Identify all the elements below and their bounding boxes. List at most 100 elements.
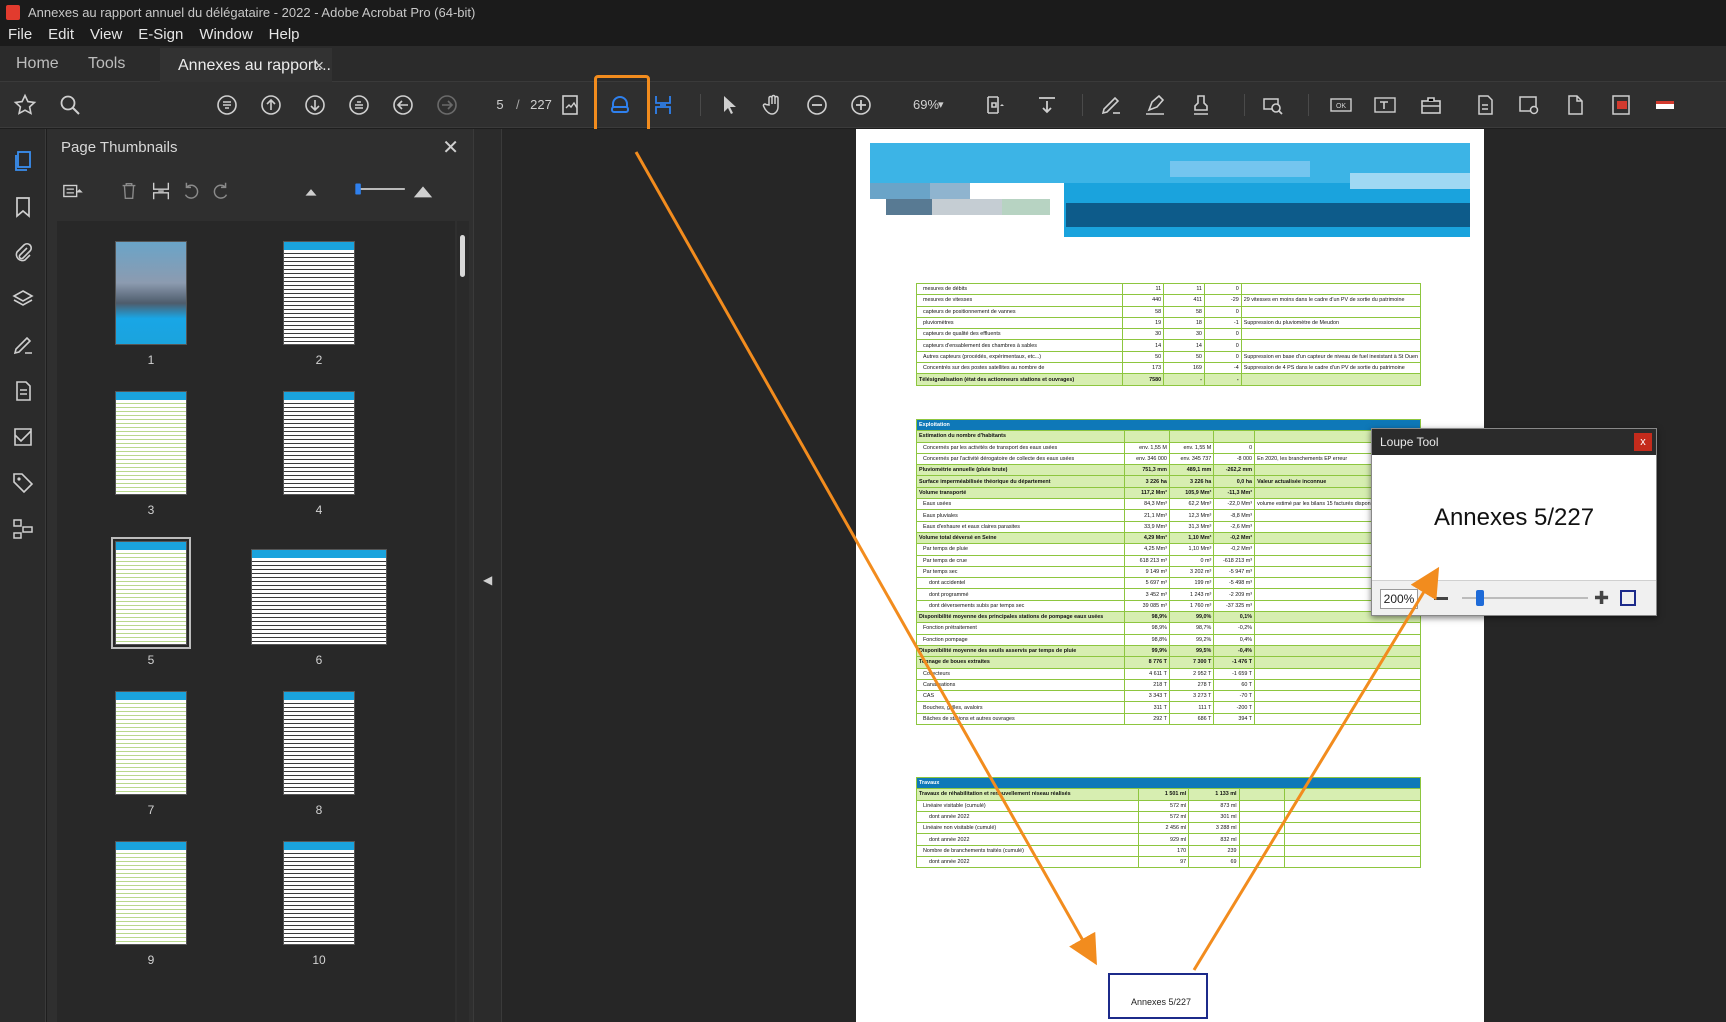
insert-pages-icon[interactable] xyxy=(147,177,175,205)
table-row: dont accidentel 5 697 m³ 199 m³ -5 498 m³ xyxy=(915,577,1421,590)
back-icon[interactable] xyxy=(388,90,418,120)
settings-icon[interactable] xyxy=(1514,90,1544,120)
delete-icon[interactable] xyxy=(115,177,143,205)
table-cell xyxy=(1283,856,1422,869)
compare-icon[interactable] xyxy=(9,423,37,451)
table-cell: 832 ml xyxy=(1188,833,1240,846)
rotate-right-icon[interactable] xyxy=(207,177,235,205)
last-page-icon[interactable] xyxy=(344,90,374,120)
tags-icon[interactable] xyxy=(9,469,37,497)
export-icon[interactable] xyxy=(1470,90,1500,120)
fit-page-icon[interactable] xyxy=(980,90,1010,120)
page-thumbnail[interactable] xyxy=(115,391,187,495)
menu-edit[interactable]: Edit xyxy=(40,24,82,46)
page-thumbnail[interactable] xyxy=(115,691,187,795)
table-cell: 1,10 Mm³ xyxy=(1168,543,1215,556)
forward-icon[interactable] xyxy=(432,90,462,120)
find-icon[interactable] xyxy=(1258,90,1288,120)
rotate-left-icon[interactable] xyxy=(177,177,205,205)
table-cell xyxy=(1238,822,1285,835)
tab-home[interactable]: Home xyxy=(16,46,59,82)
table-travaux: Travaux Travaux de réhabilitation et reno… xyxy=(916,776,1422,869)
pdf-icon[interactable] xyxy=(1606,90,1636,120)
loupe-close-button[interactable]: x xyxy=(1634,433,1652,451)
panel-splitter[interactable]: ◀ xyxy=(473,129,502,1022)
tab-document[interactable]: Annexes au rapport... × xyxy=(160,46,332,82)
stamp-icon[interactable] xyxy=(1186,90,1216,120)
page-view-icon[interactable] xyxy=(556,90,586,120)
page-thumbnail[interactable] xyxy=(283,241,355,345)
content-icon[interactable] xyxy=(9,377,37,405)
loupe-zoom-out-icon[interactable] xyxy=(1434,597,1448,600)
toolbar-separator xyxy=(700,94,701,116)
tab-close-button[interactable]: × xyxy=(314,48,324,84)
loupe-target-rect[interactable] xyxy=(1108,973,1208,1019)
thumbnails-scrollbar[interactable] xyxy=(457,221,469,1022)
pages-icon[interactable] xyxy=(9,147,37,175)
loupe-tool-icon[interactable] xyxy=(605,90,635,120)
shrink-thumbnails-icon[interactable] xyxy=(297,177,325,205)
zoom-level[interactable]: 69% xyxy=(896,94,956,116)
bookmark-star-icon[interactable] xyxy=(10,90,40,120)
loupe-zoom-in-icon[interactable]: ✚ xyxy=(1594,589,1609,607)
highlight-icon[interactable] xyxy=(1140,90,1170,120)
hand-icon[interactable] xyxy=(758,90,788,120)
signatures-icon[interactable] xyxy=(9,331,37,359)
page-thumbnail[interactable] xyxy=(251,549,387,645)
loupe-rect-color-icon[interactable] xyxy=(1620,590,1636,606)
menu-view[interactable]: View xyxy=(82,24,130,46)
table-cell: 3 452 m³ xyxy=(1124,588,1170,601)
sign-icon[interactable] xyxy=(1096,90,1126,120)
table-row: Disponibilité moyenne des principales st… xyxy=(915,611,1421,624)
page-thumbnail[interactable] xyxy=(111,537,191,649)
table-row: Linéaire non visitable (cumulé) 2 456 ml 3… xyxy=(916,822,1422,835)
zoom-out-icon[interactable] xyxy=(802,90,832,120)
page-thumbnail[interactable] xyxy=(115,841,187,945)
table-cell: 239 xyxy=(1188,844,1240,858)
zoom-in-icon[interactable] xyxy=(846,90,876,120)
enlarge-thumbnails-icon[interactable] xyxy=(409,177,437,205)
text-field-icon[interactable] xyxy=(1370,90,1400,120)
menu-file[interactable]: File xyxy=(0,24,40,46)
next-page-icon[interactable] xyxy=(300,90,330,120)
table-row: Fonction prétraitement 98,9% 98,7% -0,2% xyxy=(915,622,1421,635)
options-menu-icon[interactable] xyxy=(59,177,87,205)
table-cell: -11,3 Mm³ xyxy=(1213,486,1256,500)
flag-icon[interactable] xyxy=(1650,90,1680,120)
page-thumbnail[interactable] xyxy=(115,241,187,345)
bookmarks-icon[interactable] xyxy=(9,193,37,221)
prev-page-icon[interactable] xyxy=(256,90,286,120)
page-number-input[interactable]: 5 xyxy=(482,92,518,118)
panel-close-button[interactable]: ✕ xyxy=(442,135,459,160)
table-cell: 29 vitesses en moins dans le cadre d'un … xyxy=(1240,294,1422,307)
thumbnails-list[interactable]: 1 2 3 4 5 6 7 8 9 10 xyxy=(57,221,455,1022)
toolbox-icon[interactable] xyxy=(1416,90,1446,120)
table-cell xyxy=(1254,701,1421,714)
menu-esign[interactable]: E-Sign xyxy=(130,24,191,46)
menu-window[interactable]: Window xyxy=(191,24,260,46)
table-row: dont année 2022 929 ml 832 ml xyxy=(916,833,1422,846)
loupe-zoom-field[interactable]: 200% xyxy=(1380,589,1418,609)
scroll-icon[interactable] xyxy=(1032,90,1062,120)
loupe-slider-thumb[interactable] xyxy=(1476,590,1484,606)
menu-help[interactable]: Help xyxy=(261,24,308,46)
page-icon[interactable] xyxy=(1560,90,1590,120)
collapse-panel-icon[interactable]: ◀ xyxy=(483,573,492,587)
select-icon[interactable] xyxy=(714,90,744,120)
tab-tools[interactable]: Tools xyxy=(88,46,125,82)
toolbar-separator xyxy=(1082,94,1083,116)
page-thumbnail[interactable] xyxy=(283,691,355,795)
ok-icon[interactable]: OK xyxy=(1326,90,1356,120)
first-page-icon[interactable] xyxy=(212,90,242,120)
layers-icon[interactable] xyxy=(9,285,37,313)
page-thumbnail[interactable] xyxy=(283,391,355,495)
search-icon[interactable] xyxy=(55,90,85,120)
zoom-dropdown-icon[interactable]: ▾ xyxy=(938,94,944,116)
order-icon[interactable] xyxy=(9,515,37,543)
thumbnail-size-slider[interactable] xyxy=(351,175,411,203)
page-thumbnail[interactable] xyxy=(283,841,355,945)
attachments-icon[interactable] xyxy=(9,239,37,267)
table-cell: Estimation du nombre d'habitants xyxy=(915,430,1126,443)
table-cell: Nombre de branchements traités (cumulé) xyxy=(916,844,1139,858)
pan-zoom-icon[interactable] xyxy=(648,90,678,120)
